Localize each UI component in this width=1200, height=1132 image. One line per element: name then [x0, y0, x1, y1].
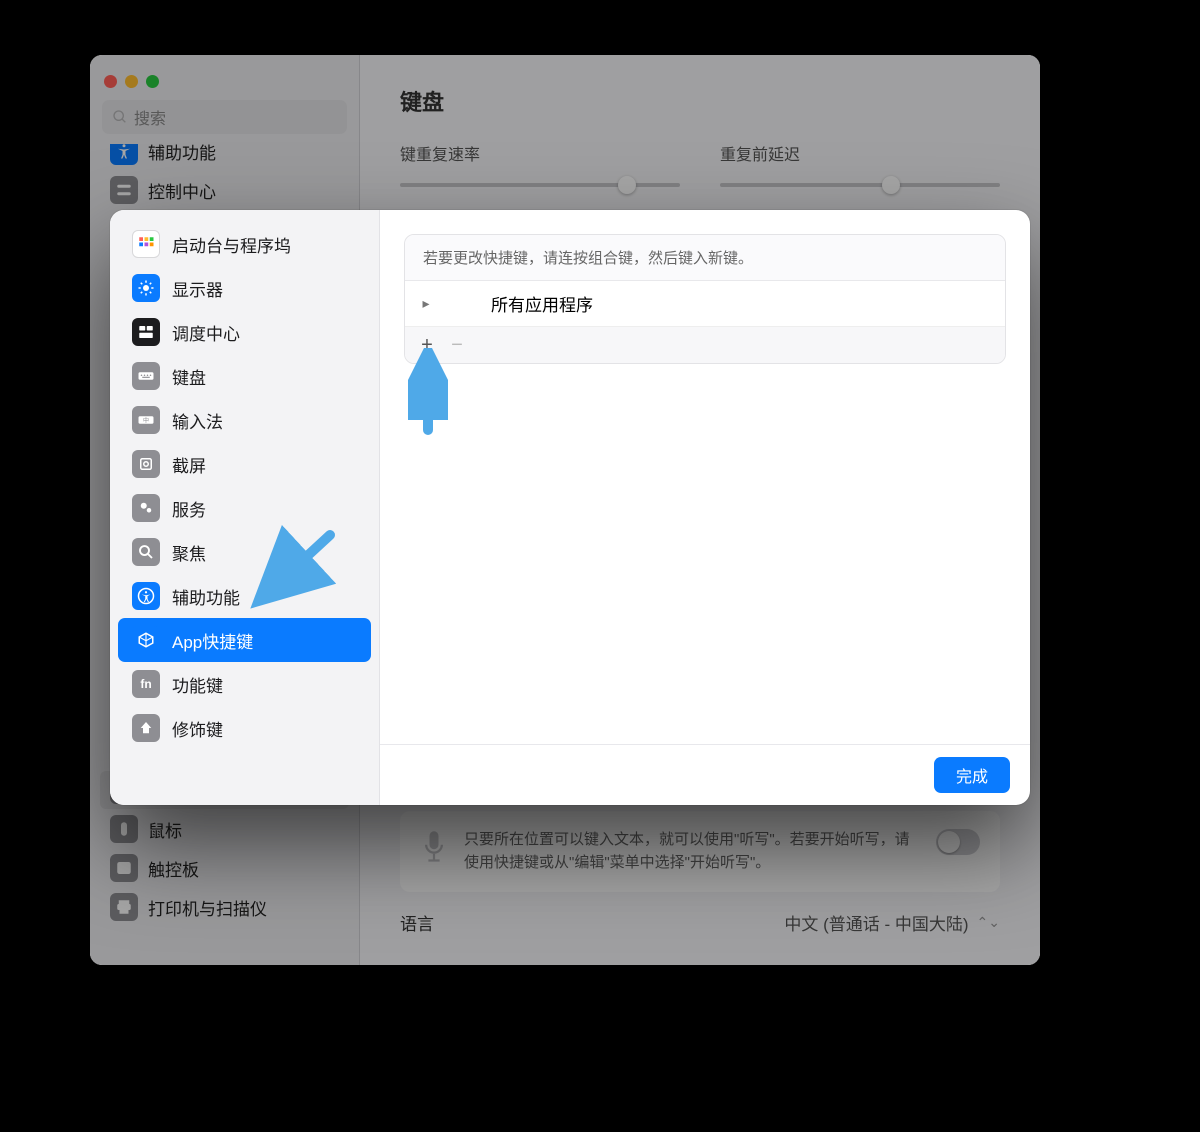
screenshot-icon — [132, 450, 160, 478]
sheet-item-input[interactable]: 中 输入法 — [118, 398, 371, 442]
sheet-item-label: 启动台与程序坞 — [172, 232, 291, 257]
sidebar-item-trackpad[interactable]: 触控板 — [100, 849, 349, 887]
keyboard-icon — [132, 362, 160, 390]
sheet-item-label: 修饰键 — [172, 716, 223, 741]
search-input[interactable]: 搜索 — [102, 100, 347, 134]
delay-slider[interactable]: 重复前延迟 — [720, 141, 1000, 187]
key-repeat-slider[interactable]: 键重复速率 — [400, 141, 680, 187]
sheet-item-display[interactable]: 显示器 — [118, 266, 371, 310]
chevron-updown-icon: ⌃⌄ — [977, 914, 1000, 931]
trackpad-icon — [110, 854, 138, 882]
sidebar-item-control-center[interactable]: 控制中心 — [100, 171, 349, 209]
table-row-all-apps[interactable]: ▸ 所有应用程序 — [405, 281, 1005, 327]
sheet-item-label: 输入法 — [172, 408, 223, 433]
sheet-item-label: 服务 — [172, 496, 206, 521]
sheet-item-label: 聚焦 — [172, 540, 206, 565]
sheet-item-label: 辅助功能 — [172, 584, 240, 609]
table-footer: + − — [405, 327, 1005, 363]
accessibility-icon — [132, 582, 160, 610]
sheet-item-spotlight[interactable]: 聚焦 — [118, 530, 371, 574]
sidebar-item-label: 辅助功能 — [148, 144, 216, 164]
shortcuts-table: 若要更改快捷键，请连按组合键，然后键入新键。 ▸ 所有应用程序 + − — [404, 234, 1006, 364]
window-controls[interactable] — [90, 67, 359, 100]
input-icon: 中 — [132, 406, 160, 434]
dictation-desc: 只要所在位置可以键入文本，就可以使用"听写"。若要开始听写，请使用快捷键或从"编… — [464, 829, 920, 874]
controls-icon — [110, 176, 138, 204]
close-icon[interactable] — [104, 75, 117, 88]
table-hint: 若要更改快捷键，请连按组合键，然后键入新键。 — [405, 235, 1005, 281]
sidebar-item-accessibility-top[interactable]: 辅助功能 — [100, 144, 349, 170]
sheet-item-label: 截屏 — [172, 452, 206, 477]
spotlight-icon — [132, 538, 160, 566]
sheet-item-modifier-keys[interactable]: 修饰键 — [118, 706, 371, 750]
sheet-item-label: 调度中心 — [172, 320, 240, 345]
dictation-toggle[interactable] — [936, 829, 980, 855]
sheet-item-label: 显示器 — [172, 276, 223, 301]
sheet-item-accessibility[interactable]: 辅助功能 — [118, 574, 371, 618]
sheet-item-app-shortcuts[interactable]: App快捷键 — [118, 618, 371, 662]
mouse-icon — [110, 815, 138, 843]
slider-label: 重复前延迟 — [720, 141, 1000, 165]
remove-button[interactable]: − — [445, 333, 469, 357]
sheet-item-launchpad[interactable]: 启动台与程序坞 — [118, 222, 371, 266]
sheet-item-function-keys[interactable]: fn 功能键 — [118, 662, 371, 706]
launchpad-icon — [132, 230, 160, 258]
sheet-item-mission-control[interactable]: 调度中心 — [118, 310, 371, 354]
app-shortcuts-icon — [132, 626, 160, 654]
services-icon — [132, 494, 160, 522]
add-button[interactable]: + — [415, 333, 439, 357]
sidebar-item-label: 控制中心 — [148, 178, 216, 203]
mission-control-icon — [132, 318, 160, 346]
sidebar-item-label: 触控板 — [148, 856, 199, 881]
accessibility-icon — [110, 144, 138, 165]
sheet-item-keyboard[interactable]: 键盘 — [118, 354, 371, 398]
display-icon — [132, 274, 160, 302]
language-label: 语言 — [400, 910, 434, 935]
sheet-content: 若要更改快捷键，请连按组合键，然后键入新键。 ▸ 所有应用程序 + − 完成 — [380, 210, 1030, 805]
sidebar-item-label: 打印机与扫描仪 — [148, 895, 267, 920]
page-title: 键盘 — [400, 85, 1000, 117]
sheet-item-screenshot[interactable]: 截屏 — [118, 442, 371, 486]
language-row[interactable]: 语言 中文 (普通话 - 中国大陆) ⌃⌄ — [400, 910, 1000, 935]
dictation-box: 只要所在位置可以键入文本，就可以使用"听写"。若要开始听写，请使用快捷键或从"编… — [400, 811, 1000, 892]
sidebar-item-label: 鼠标 — [148, 817, 182, 842]
done-button[interactable]: 完成 — [934, 757, 1010, 793]
sheet-item-label: 键盘 — [172, 364, 206, 389]
minimize-icon[interactable] — [125, 75, 138, 88]
search-icon — [112, 109, 128, 125]
chevron-right-icon[interactable]: ▸ — [419, 295, 433, 312]
sheet-item-services[interactable]: 服务 — [118, 486, 371, 530]
sheet-item-label: 功能键 — [172, 672, 223, 697]
sheet-item-label: App快捷键 — [172, 628, 253, 653]
slider-label: 键重复速率 — [400, 141, 680, 165]
search-placeholder: 搜索 — [134, 105, 166, 129]
shortcuts-sheet: 启动台与程序坞 显示器 调度中心 键盘 中 输入法 — [110, 210, 1030, 805]
row-label: 所有应用程序 — [491, 291, 593, 316]
mic-icon — [420, 829, 448, 865]
language-value: 中文 (普通话 - 中国大陆) — [784, 910, 968, 935]
sidebar-item-mouse[interactable]: 鼠标 — [100, 810, 349, 848]
sidebar-item-printer[interactable]: 打印机与扫描仪 — [100, 888, 349, 926]
printer-icon — [110, 893, 138, 921]
maximize-icon[interactable] — [146, 75, 159, 88]
fn-icon: fn — [132, 670, 160, 698]
modifier-icon — [132, 714, 160, 742]
sheet-sidebar: 启动台与程序坞 显示器 调度中心 键盘 中 输入法 — [110, 210, 380, 805]
